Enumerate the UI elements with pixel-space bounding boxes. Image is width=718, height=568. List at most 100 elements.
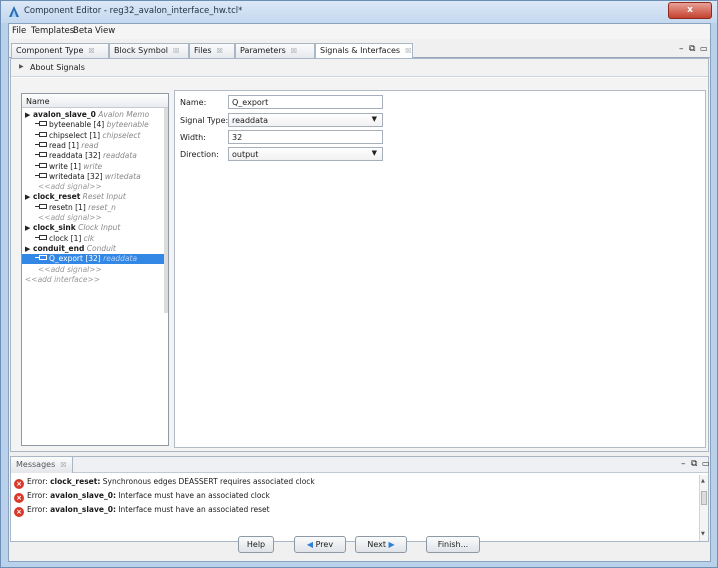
add-interface-row[interactable]: <<add interface>>: [22, 275, 164, 285]
add-signal-row[interactable]: <<add signal>>: [22, 213, 164, 223]
tab-files[interactable]: Files ☒: [189, 43, 235, 58]
signal-name: resetn [1]: [49, 202, 86, 212]
tab-close-icon[interactable]: ☒: [173, 47, 179, 55]
message-text: Synchronous edges DEASSERT requires asso…: [102, 477, 315, 486]
message-source: avalon_slave_0:: [50, 491, 116, 500]
signal-name: byteenable [4]: [49, 120, 105, 130]
signal-port-icon: [35, 172, 47, 178]
tab-parameters[interactable]: Parameters ☒: [235, 43, 315, 58]
restore-view-icon[interactable]: ▭: [702, 459, 710, 468]
tree-signal-row[interactable]: resetn [1] reset_n: [22, 203, 164, 213]
maximize-view-icon[interactable]: ⧉: [689, 44, 695, 54]
finish-button[interactable]: Finish...: [426, 536, 480, 553]
tab-label: Parameters: [240, 46, 286, 55]
tab-close-icon[interactable]: ☒: [60, 461, 66, 469]
menu-beta[interactable]: Beta: [73, 26, 93, 36]
tab-messages[interactable]: Messages ☒: [11, 457, 73, 473]
scroll-up-icon[interactable]: ▲: [701, 478, 705, 484]
restore-view-icon[interactable]: ▭: [700, 44, 708, 53]
signal-name: Q_export [32]: [49, 254, 101, 264]
dropdown-arrow-icon: ▼: [371, 115, 377, 123]
direction-label: Direction:: [180, 150, 219, 159]
interface-arrow-icon: ▶: [25, 111, 31, 119]
tree-signal-row[interactable]: clock [1] clk: [22, 234, 164, 244]
signal-name-field[interactable]: [228, 95, 383, 109]
interface-name: conduit_end: [33, 243, 85, 253]
tree-interface-row[interactable]: ▶ clock_reset Reset Input: [22, 192, 164, 202]
scroll-down-icon[interactable]: ▼: [701, 531, 705, 537]
tree-signal-row[interactable]: read [1] read: [22, 141, 164, 151]
add-signal-label: <<add signal>>: [38, 182, 102, 192]
tree-signal-row[interactable]: byteenable [4] byteenable: [22, 120, 164, 130]
scroll-thumb[interactable]: [701, 491, 707, 505]
message-prefix: Error:: [27, 505, 48, 514]
width-label: Width:: [180, 133, 206, 142]
signal-type-select[interactable]: readdata ▼: [228, 113, 383, 127]
tab-component-type[interactable]: Component Type ☒: [11, 43, 109, 58]
tab-label: Signals & Interfaces: [320, 46, 401, 55]
close-window-button[interactable]: x: [668, 2, 712, 19]
message-row[interactable]: × Error: clock_reset: Synchronous edges D…: [14, 476, 694, 489]
maximize-view-icon[interactable]: ⧉: [691, 459, 697, 469]
tree-scrollbar[interactable]: [164, 108, 168, 313]
expand-caret-icon[interactable]: ▶: [19, 63, 24, 70]
signal-port-icon: [35, 162, 47, 168]
signal-port-icon: [35, 141, 47, 147]
message-row[interactable]: × Error: avalon_slave_0: Interface must h…: [14, 490, 694, 503]
signal-type: readdata: [103, 254, 138, 264]
minimize-view-icon[interactable]: –: [681, 459, 686, 469]
signal-name: clock [1]: [49, 233, 82, 243]
add-signal-row[interactable]: <<add signal>>: [22, 265, 164, 275]
message-text: Interface must have an associated clock: [118, 491, 270, 500]
tab-signals-interfaces[interactable]: Signals & Interfaces ☒: [315, 43, 413, 59]
tree-signal-row[interactable]: write [1] write: [22, 162, 164, 172]
tab-block-symbol[interactable]: Block Symbol ☒: [109, 43, 189, 58]
error-icon: ×: [14, 479, 24, 489]
minimize-view-icon[interactable]: –: [679, 44, 684, 54]
tree-signal-row[interactable]: Q_export [32] readdata: [22, 254, 164, 265]
tree-interface-row[interactable]: ▶ clock_sink Clock Input: [22, 223, 164, 233]
next-button[interactable]: Next ▶: [355, 536, 407, 553]
tree-column-header[interactable]: Name: [22, 94, 168, 108]
signal-name: read [1]: [49, 140, 79, 150]
tree-signal-row[interactable]: chipselect [1] chipselect: [22, 131, 164, 141]
tab-label: Messages: [16, 460, 56, 469]
tab-close-icon[interactable]: ☒: [291, 47, 297, 55]
tree-signal-row[interactable]: writedata [32] writedata: [22, 172, 164, 182]
add-signal-label: <<add signal>>: [38, 213, 102, 222]
menu-view[interactable]: View: [95, 26, 115, 36]
interface-type: Clock Input: [78, 223, 121, 233]
signal-type: readdata: [102, 151, 137, 161]
help-button[interactable]: Help: [238, 536, 274, 553]
message-list: × Error: clock_reset: Synchronous edges D…: [11, 475, 697, 541]
signal-port-icon: [35, 255, 47, 261]
interface-arrow-icon: ▶: [25, 224, 31, 233]
signal-name: writedata [32]: [49, 171, 103, 181]
menu-bar: File Templates Beta View: [9, 24, 710, 39]
tab-close-icon[interactable]: ☒: [405, 47, 411, 55]
app-icon: [9, 6, 19, 17]
menu-file[interactable]: File: [12, 26, 26, 36]
message-text: Interface must have an associated reset: [118, 505, 270, 514]
messages-scrollbar[interactable]: ▲ ▼: [699, 475, 708, 541]
interface-arrow-icon: ▶: [25, 193, 31, 202]
prev-button[interactable]: ◀ Prev: [294, 536, 346, 553]
message-prefix: Error:: [27, 491, 48, 500]
signal-properties-panel: Name: Signal Type: readdata ▼ Width: Dir…: [174, 90, 706, 448]
error-icon: ×: [14, 507, 24, 517]
tab-close-icon[interactable]: ☒: [217, 47, 223, 55]
interface-tree: Name ▶ avalon_slave_0 Avalon Memo byteenab…: [21, 93, 169, 446]
signal-width-field[interactable]: [228, 130, 383, 144]
tree-signal-row[interactable]: readdata [32] readdata: [22, 151, 164, 161]
messages-panel: Messages ☒ – ⧉ ▭ × Error: clock_reset: Syn…: [10, 456, 710, 542]
about-signals-bar[interactable]: ▶ About Signals: [11, 59, 708, 77]
tree-interface-row[interactable]: ▶ conduit_end Conduit: [22, 244, 164, 254]
add-signal-row[interactable]: <<add signal>>: [22, 182, 164, 192]
message-row[interactable]: × Error: avalon_slave_0: Interface must h…: [14, 504, 694, 517]
direction-select[interactable]: output ▼: [228, 147, 383, 161]
tab-label: Block Symbol: [114, 46, 168, 55]
arrow-right-icon: ▶: [388, 540, 395, 549]
menu-templates[interactable]: Templates: [31, 26, 74, 36]
tree-interface-row[interactable]: ▶ avalon_slave_0 Avalon Memo: [22, 110, 164, 120]
tab-close-icon[interactable]: ☒: [88, 47, 94, 55]
